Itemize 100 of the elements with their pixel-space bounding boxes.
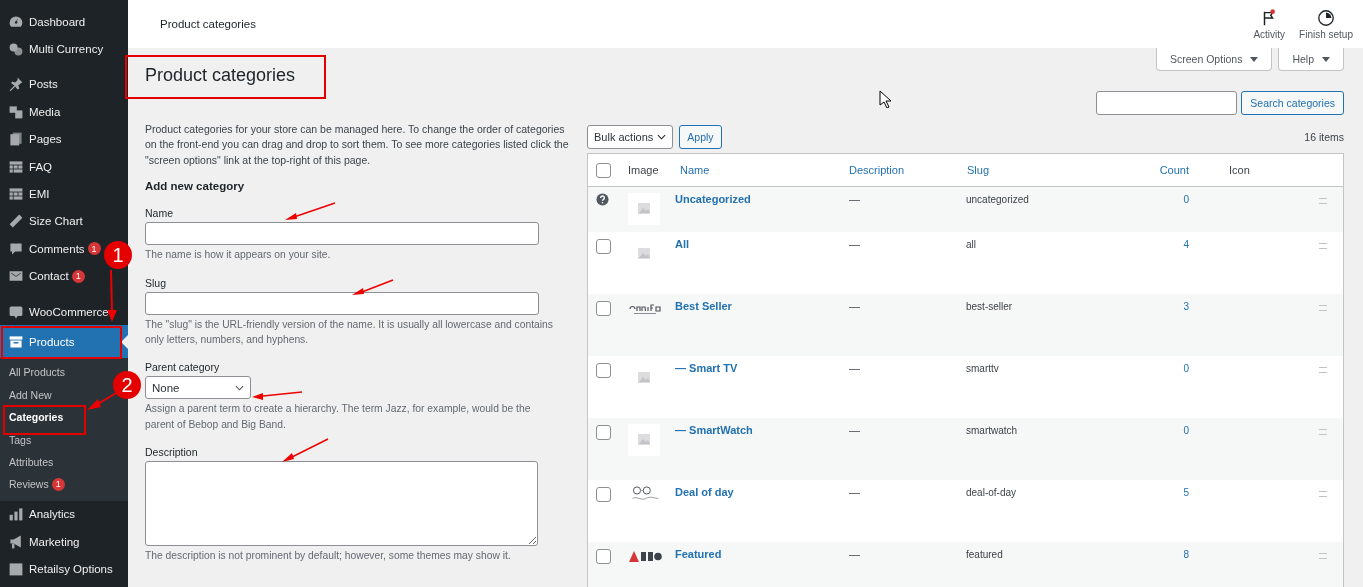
field-label: Description — [145, 445, 198, 460]
drag-handle-icon[interactable] — [1319, 429, 1327, 435]
column-header[interactable]: Slug — [960, 164, 1122, 176]
column-header[interactable]: Name — [673, 164, 842, 176]
checkbox[interactable] — [596, 487, 611, 502]
ruler-icon — [8, 213, 24, 230]
table-cell-text: all — [965, 239, 976, 250]
drag-handle-icon[interactable] — [1319, 305, 1327, 311]
help-text: The name is how it appears on your site. — [145, 248, 331, 263]
submenu-item[interactable]: Tags — [0, 428, 35, 451]
category-name-link[interactable]: — SmartWatch — [673, 424, 753, 436]
sidebar-item[interactable]: Contact 1 — [0, 262, 85, 290]
sidebar-item[interactable]: Posts — [0, 70, 58, 99]
drag-handle-icon[interactable] — [1319, 243, 1327, 249]
dropdown[interactable]: None — [145, 376, 251, 400]
search-field[interactable] — [1096, 91, 1238, 115]
annotation-arrow — [107, 269, 117, 322]
count-link[interactable]: 0 — [1183, 363, 1189, 374]
column-header: Image — [627, 164, 660, 176]
sidebar-item[interactable]: Dashboard — [0, 8, 86, 36]
drag-handle-icon[interactable] — [1319, 553, 1327, 559]
sidebar-item[interactable]: FAQ — [0, 152, 52, 181]
submenu-item[interactable]: Attributes — [0, 450, 57, 474]
annotation-arrow — [252, 391, 303, 400]
submenu-item[interactable]: Reviews 1 — [0, 473, 68, 496]
sidebar-item[interactable]: Comments 1 — [0, 235, 101, 263]
count-link[interactable]: 8 — [1183, 549, 1189, 560]
table-cell-text: — — [848, 238, 860, 250]
sidebar-item[interactable]: Retailsy Options — [0, 555, 113, 583]
chart-icon — [8, 506, 24, 523]
table-cell-text: best-seller — [965, 301, 1013, 312]
comment-icon — [8, 240, 24, 257]
chevron-icon — [235, 384, 244, 391]
toolbar-action[interactable]: Activity — [1253, 8, 1286, 40]
checkbox[interactable] — [596, 239, 611, 254]
submenu-item[interactable]: Add New — [0, 383, 55, 407]
drag-handle-icon[interactable] — [1319, 367, 1327, 373]
category-name-link[interactable]: Uncategorized — [673, 193, 751, 205]
textarea-field[interactable] — [145, 461, 538, 547]
annotation-arrow — [352, 279, 394, 295]
column-header[interactable]: Description — [842, 164, 960, 176]
step-marker: 2 — [113, 371, 141, 399]
table-cell-text: smarttv — [965, 363, 999, 374]
category-name-link[interactable]: Deal of day — [673, 486, 734, 498]
screen-tab-button[interactable]: Screen Options — [1156, 48, 1273, 71]
notification-badge: 1 — [71, 269, 85, 283]
column-header[interactable]: Count — [1122, 164, 1197, 176]
sidebar-item[interactable]: Size Chart — [0, 207, 83, 236]
archive-icon — [8, 333, 24, 350]
screen-tab-button[interactable]: Help — [1278, 48, 1344, 71]
category-name-link[interactable]: All — [673, 238, 690, 250]
drag-handle-icon[interactable] — [1319, 491, 1327, 497]
apply-button[interactable]: Apply — [679, 125, 722, 149]
count-link[interactable]: 5 — [1183, 487, 1189, 498]
category-name-link[interactable]: — Smart TV — [673, 362, 738, 374]
input-field[interactable] — [145, 291, 539, 315]
intro-text: Product categories for your store can be managed here. To change the order of categories on the front-end you can drag and drop to sort them. To see more categories listed click the "screen options" link at the top-right of this page. — [145, 122, 570, 168]
drag-handle-icon[interactable] — [1319, 198, 1327, 204]
field-label: Parent category — [145, 360, 220, 375]
search-button[interactable]: Search categories — [1241, 91, 1344, 115]
currency-icon — [8, 41, 24, 58]
pages-icon — [8, 131, 24, 148]
sidebar-item[interactable]: Marketing — [0, 528, 80, 556]
category-name-link[interactable]: Featured — [673, 548, 722, 560]
category-name-link[interactable]: Best Seller — [673, 300, 732, 312]
sidebar-item[interactable]: WooCommerce — [0, 297, 109, 326]
page-heading: Product categories — [145, 64, 296, 87]
page-title: Product categories — [160, 18, 256, 30]
field-label: Slug — [145, 275, 166, 290]
field-label: Name — [145, 206, 173, 221]
submenu-item[interactable]: Categories — [0, 406, 67, 429]
sidebar-item[interactable]: Pages — [0, 125, 62, 153]
table-icon — [8, 158, 24, 175]
table-cell-text: — — [848, 548, 860, 560]
bulk-actions-dropdown[interactable]: Bulk actions — [587, 125, 673, 149]
notification-badge: 1 — [87, 242, 101, 256]
help-icon[interactable] — [596, 193, 609, 206]
count-link[interactable]: 0 — [1183, 194, 1189, 205]
checkbox[interactable] — [596, 301, 611, 316]
help-text: Assign a parent term to create a hierarchy. The term Jazz, for example, would be the parent of Bebop and Big Band. — [145, 402, 532, 432]
submenu-item[interactable]: All Products — [0, 361, 69, 384]
table-cell-text: — — [848, 424, 860, 436]
checkbox[interactable] — [596, 425, 611, 440]
sidebar-item[interactable]: Media — [0, 98, 61, 126]
input-field[interactable] — [145, 222, 539, 246]
sidebar-item[interactable]: Multi Currency — [0, 35, 104, 63]
count-link[interactable]: 0 — [1183, 425, 1189, 436]
checkbox[interactable] — [596, 549, 611, 564]
checkbox[interactable] — [596, 162, 611, 178]
step-marker: 1 — [104, 241, 132, 269]
dashboard-icon — [8, 13, 24, 30]
help-text: The "slug" is the URL-friendly version of the name. It is usually all lowercase and contains only letters, numbers, and hyphens. — [145, 317, 554, 348]
help-text: The description is not prominent by default; however, some themes may show it. — [145, 549, 511, 564]
count-link[interactable]: 3 — [1183, 301, 1189, 312]
toolbar-action[interactable]: Finish setup — [1299, 8, 1353, 40]
table-cell-text: featured — [965, 549, 1003, 560]
count-link[interactable]: 4 — [1183, 239, 1189, 250]
sidebar-item[interactable]: Analytics — [0, 500, 76, 529]
sidebar-item[interactable]: EMI — [0, 180, 50, 208]
checkbox[interactable] — [596, 363, 611, 378]
